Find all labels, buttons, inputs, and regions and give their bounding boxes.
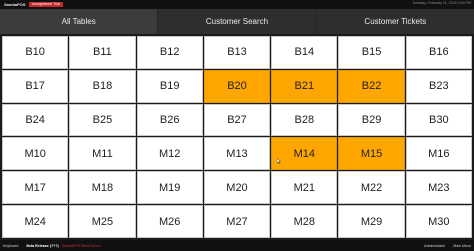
table-grid: B10 B11 B12 B13 B14 B15 B16 B17 B18 B19 B20 B21 B22 B…: [2, 36, 472, 238]
table-button-b25[interactable]: B25: [69, 103, 136, 137]
table-button-m18[interactable]: M18: [69, 171, 136, 205]
table-button-m15[interactable]: M15: [338, 137, 405, 171]
table-button-m21[interactable]: M21: [271, 171, 338, 205]
table-button-b14[interactable]: B14: [271, 36, 338, 69]
title-bar: SambaPOS Unregistered Trial Tuesday, Feb…: [0, 0, 474, 9]
table-button-b29[interactable]: B29: [338, 103, 405, 137]
user-label: Administrator: [424, 243, 446, 248]
table-button-m14[interactable]: M14: [271, 137, 338, 171]
mouse-cursor-icon: [277, 158, 281, 164]
table-button-b20[interactable]: B20: [203, 69, 271, 103]
table-button-b13[interactable]: B13: [203, 36, 271, 69]
table-button-m20[interactable]: M20: [203, 171, 271, 205]
table-button-b10[interactable]: B10: [2, 36, 69, 69]
table-button-m27[interactable]: M27: [203, 205, 271, 238]
table-button-b24[interactable]: B24: [2, 103, 69, 137]
table-button-b19[interactable]: B19: [136, 69, 203, 103]
table-button-b11[interactable]: B11: [69, 36, 136, 69]
table-button-b30[interactable]: B30: [405, 103, 472, 137]
status-bar: Keyboard Beta Release (???) SambaPOS Bet…: [0, 240, 474, 251]
table-button-b23[interactable]: B23: [405, 69, 472, 103]
table-button-b15[interactable]: B15: [338, 36, 405, 69]
table-button-m11[interactable]: M11: [69, 137, 136, 171]
table-button-b18[interactable]: B18: [69, 69, 136, 103]
table-button-m16[interactable]: M16: [405, 137, 472, 171]
table-button-m22[interactable]: M22: [338, 171, 405, 205]
tab-bar: All Tables Customer Search Customer Tick…: [0, 9, 474, 34]
release-label: Beta Release (???): [26, 243, 59, 248]
main-menu-button[interactable]: Main Menu: [453, 244, 471, 248]
table-button-m12[interactable]: M12: [136, 137, 203, 171]
app-title: SambaPOS: [4, 2, 26, 7]
table-button-b27[interactable]: B27: [203, 103, 271, 137]
status-right: Administrator Main Menu: [424, 244, 471, 248]
table-button-b22[interactable]: B22: [338, 69, 405, 103]
tab-customer-tickets[interactable]: Customer Tickets: [315, 9, 474, 34]
forum-link[interactable]: SambaPOS Beta Forum: [62, 244, 101, 248]
tab-all-tables[interactable]: All Tables: [0, 9, 158, 34]
table-button-m24[interactable]: M24: [2, 205, 69, 238]
pos-window: SambaPOS Unregistered Trial Tuesday, Feb…: [0, 0, 474, 251]
table-button-m19[interactable]: M19: [136, 171, 203, 205]
table-button-m17[interactable]: M17: [2, 171, 69, 205]
table-button-m23[interactable]: M23: [405, 171, 472, 205]
table-button-b16[interactable]: B16: [405, 36, 472, 69]
table-button-b17[interactable]: B17: [2, 69, 69, 103]
keyboard-button[interactable]: Keyboard: [3, 244, 18, 248]
table-button-m28[interactable]: M28: [271, 205, 338, 238]
table-button-m13[interactable]: M13: [203, 137, 271, 171]
tab-customer-search[interactable]: Customer Search: [157, 9, 316, 34]
table-button-m10[interactable]: M10: [2, 137, 69, 171]
table-button-b12[interactable]: B12: [136, 36, 203, 69]
datetime-display: Tuesday, February 11, 2025 9:49 PM: [412, 1, 471, 5]
table-button-m30[interactable]: M30: [405, 205, 472, 238]
table-button-b21[interactable]: B21: [271, 69, 338, 103]
trial-badge: Unregistered Trial: [28, 2, 63, 7]
table-button-b26[interactable]: B26: [136, 103, 203, 137]
table-button-m26[interactable]: M26: [136, 205, 203, 238]
table-button-m25[interactable]: M25: [69, 205, 136, 238]
table-button-m29[interactable]: M29: [338, 205, 405, 238]
table-button-b28[interactable]: B28: [271, 103, 338, 137]
